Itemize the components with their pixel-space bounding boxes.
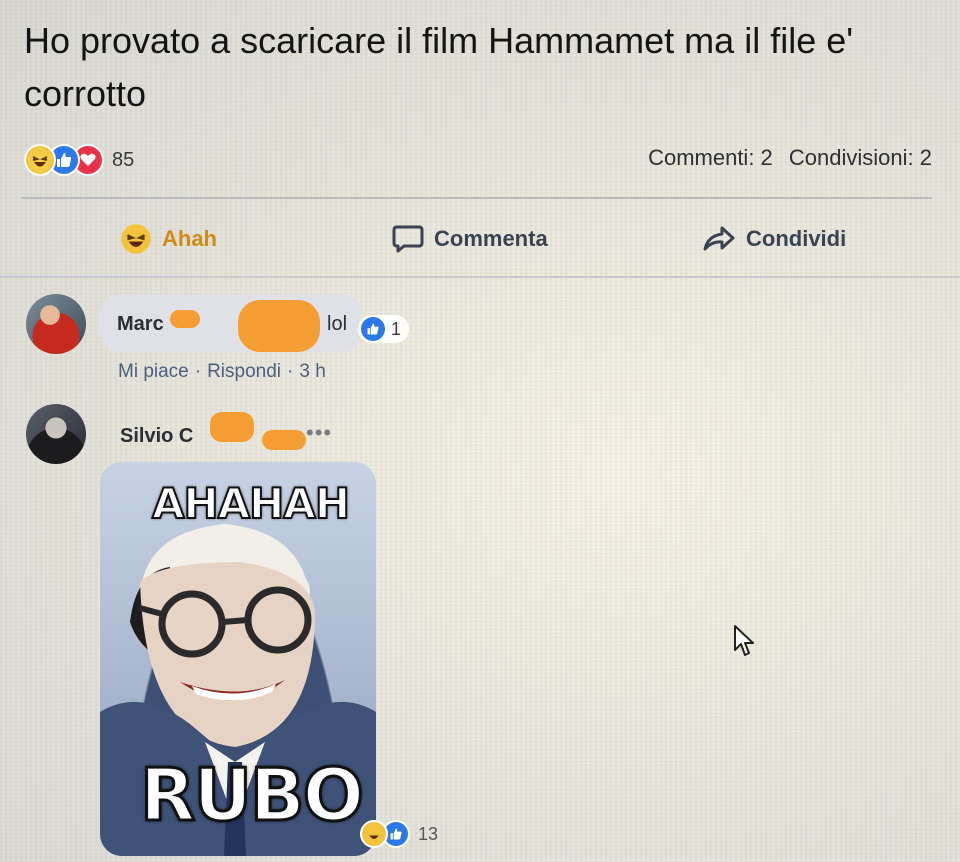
comment-author-name[interactable]: Silvio C xyxy=(120,425,193,448)
redaction-mark xyxy=(262,430,306,450)
meme-bottom-caption: RUBO xyxy=(139,752,366,839)
divider xyxy=(22,197,932,199)
divider xyxy=(0,276,960,278)
comment-icon xyxy=(392,224,424,254)
comment-button[interactable]: Commenta xyxy=(392,212,548,266)
comments-count-link[interactable]: Commenti: 2 xyxy=(648,145,773,170)
reaction-count: 85 xyxy=(112,148,135,171)
shares-count-link[interactable]: Condivisioni: 2 xyxy=(789,145,932,170)
comment-reply-link[interactable]: Rispondi xyxy=(207,361,281,382)
meme-top-caption: AHAHAH xyxy=(151,479,351,529)
comment-author-avatar[interactable] xyxy=(26,294,86,354)
post-stats: Commenti: 2 Condivisioni: 2 xyxy=(648,145,932,171)
redaction-mark xyxy=(170,310,200,328)
like-reaction-icon xyxy=(361,317,385,341)
redaction-mark xyxy=(210,412,254,442)
comment-like-count: 1 xyxy=(391,318,402,339)
post-action-bar: Ahah Commenta Condividi xyxy=(0,212,960,266)
react-ahah-button[interactable]: Ahah xyxy=(120,212,217,266)
haha-reaction-icon xyxy=(120,223,152,255)
comment-like-link[interactable]: Mi piace xyxy=(118,361,189,382)
comment-text: lol xyxy=(327,313,348,335)
mouse-cursor-icon xyxy=(733,624,757,663)
redaction-mark xyxy=(238,300,320,352)
meme-reactions-summary[interactable]: 13 xyxy=(360,820,438,848)
comment-meta: Mi piace · Rispondi · 3 h xyxy=(118,361,326,382)
share-button[interactable]: Condividi xyxy=(702,212,846,266)
post-reactions-summary[interactable]: 85 xyxy=(24,140,134,180)
comment-label: Commenta xyxy=(434,226,548,251)
comment-meme-image[interactable]: AHAHAH RUBO xyxy=(100,462,376,856)
meme-reaction-count: 13 xyxy=(418,823,439,844)
haha-reaction-icon xyxy=(24,144,56,176)
comment-timestamp[interactable]: 3 h xyxy=(299,361,325,382)
comment-like-badge[interactable]: 1 xyxy=(358,315,410,343)
share-icon xyxy=(702,225,736,253)
comment-author-name[interactable]: Marc xyxy=(117,313,164,336)
post-text: Ho provato a scaricare il film Hammamet … xyxy=(24,20,854,114)
share-label: Condividi xyxy=(746,226,847,251)
haha-reaction-icon xyxy=(360,820,388,848)
react-ahah-label: Ahah xyxy=(162,226,217,251)
comment-options-ellipsis[interactable]: ••• xyxy=(306,420,332,446)
comment-author-avatar[interactable] xyxy=(26,404,86,464)
